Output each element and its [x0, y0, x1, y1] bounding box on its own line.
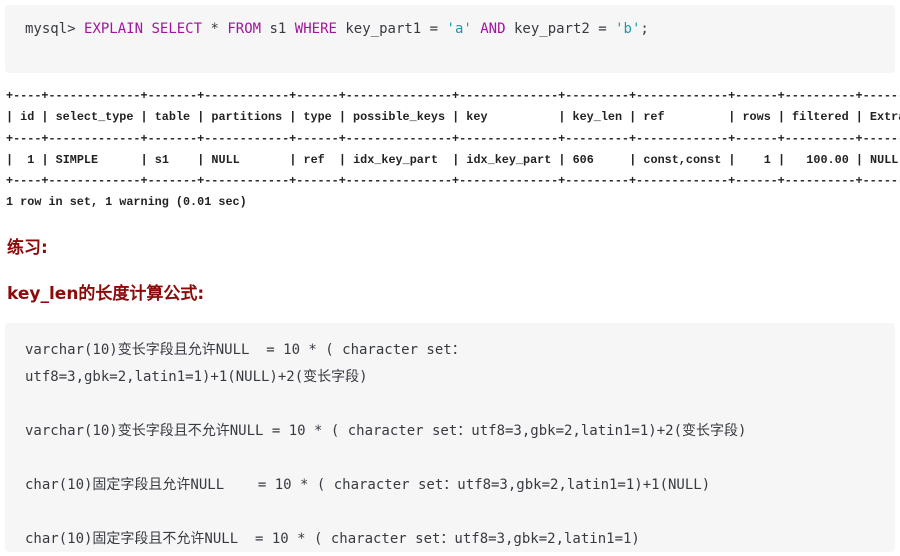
sql-keyword: WHERE [294, 21, 337, 37]
table-header-cell: select_type [55, 110, 134, 125]
sql-text: key_part1 = [336, 21, 447, 37]
sql-string: 'b' [615, 21, 641, 37]
formula-line [25, 445, 883, 472]
table-row-border: | [622, 152, 644, 167]
table-row-border: | [445, 152, 467, 167]
table-row-cell: SIMPLE [55, 152, 99, 167]
table-row-border: | [551, 152, 573, 167]
table-header-border: | [770, 110, 793, 125]
formula-line [25, 499, 883, 526]
sql-keyword: EXPLAIN [84, 21, 144, 37]
table-row-cell: idx_key_part [353, 152, 439, 167]
formula-line: varchar(10)变长字段且不允许NULL = 10 * ( charact… [25, 423, 747, 439]
formula-line: varchar(10)变长字段且允许NULL = 10 * ( characte… [25, 342, 466, 358]
table-row-cell: 100.00 [806, 152, 849, 167]
table-header-cell: key_len [572, 110, 623, 125]
table-row-cell: idx_key_part [466, 152, 552, 167]
formula-line: char(10)固定字段且不允许NULL = 10 * ( character … [25, 531, 640, 547]
table-row-border: | [6, 152, 21, 167]
table-header-cell: rows [742, 110, 771, 125]
pad [594, 153, 622, 167]
table-header-cell: table [154, 110, 191, 125]
pad [169, 153, 190, 167]
table-row-border: | [133, 152, 155, 167]
sql-text: s1 [261, 21, 295, 37]
formula-code-block: varchar(10)变长字段且允许NULL = 10 * ( characte… [5, 323, 895, 552]
pad [488, 110, 552, 124]
explain-result-table: +----+-------------+-------+------------… [6, 86, 900, 214]
table-header-cell: type [303, 110, 332, 125]
table-header-cell: id [20, 110, 35, 125]
table-separator: +----+-------------+-------+------------… [6, 89, 900, 103]
pad [240, 153, 282, 167]
table-header-cell: key [466, 110, 488, 125]
table-separator: +----+-------------+-------+------------… [6, 131, 900, 146]
table-header-border: | [848, 110, 870, 125]
pad [98, 153, 133, 167]
table-header-border: | [133, 110, 155, 125]
sql-keyword: FROM [227, 21, 262, 37]
result-footer: 1 row in set, 1 warning (0.01 sec) [6, 195, 247, 210]
sql-string: 'a' [446, 21, 472, 37]
table-row-border: | [770, 152, 793, 167]
table-row-cell: const,const [643, 152, 722, 167]
table-header-cell: filtered [792, 110, 849, 125]
table-header-border: | [551, 110, 573, 125]
table-row-cell: 1 [763, 152, 771, 167]
table-row-border: | [34, 152, 56, 167]
table-header-cell: partitions [211, 110, 283, 125]
table-row-cell: ref [303, 152, 325, 167]
sql-keyword: SELECT [151, 21, 203, 37]
pad [665, 110, 722, 124]
table-row-cell: 606 [572, 152, 594, 167]
table-header-border: | [622, 110, 644, 125]
table-header-border: | [721, 110, 743, 125]
table-row-border: | [282, 152, 304, 167]
table-row-cell: NULL [870, 152, 899, 167]
table-row-border: | [721, 152, 743, 167]
sql-text: key_part2 = [505, 21, 616, 37]
table-header-border: | [190, 110, 212, 125]
formula-line: utf8=3,gbk=2,latin1=1)+1(NULL)+2(变长字段) [25, 369, 368, 385]
pad [743, 153, 764, 167]
heading-practice: 练习: [7, 238, 48, 258]
sql-code-block: mysql> EXPLAIN SELECT * FROM s1 WHERE ke… [5, 5, 895, 73]
sql-text: * [202, 21, 228, 37]
table-header-border: | [6, 110, 21, 125]
table-header-cell: possible_keys [353, 110, 446, 125]
pad [325, 153, 332, 167]
table-header-cell: ref [643, 110, 665, 125]
sql-prompt: mysql> [25, 21, 85, 37]
table-header-cell: Extra [869, 110, 900, 125]
table-row-border: | [848, 152, 871, 167]
table-row-cell: NULL [211, 152, 240, 167]
sql-text: ; [640, 21, 649, 37]
table-separator: +----+-------------+-------+------------… [6, 174, 900, 189]
pad [792, 153, 806, 167]
sql-keyword: AND [480, 21, 506, 37]
table-row-border: | [331, 152, 354, 167]
table-row-border: | [190, 152, 212, 167]
table-row-cell: s1 [154, 152, 169, 167]
table-header-border: | [445, 110, 467, 125]
table-header-border: | [34, 110, 56, 125]
formula-line: char(10)固定字段且允许NULL = 10 * ( character s… [25, 477, 711, 493]
table-header-border: | [282, 110, 304, 125]
formula-line [25, 391, 883, 418]
table-header-border: | [331, 110, 353, 125]
heading-key-len-formula: key_len的长度计算公式: [7, 284, 205, 304]
sql-statement: EXPLAIN SELECT * FROM s1 WHERE key_part1… [84, 21, 649, 37]
